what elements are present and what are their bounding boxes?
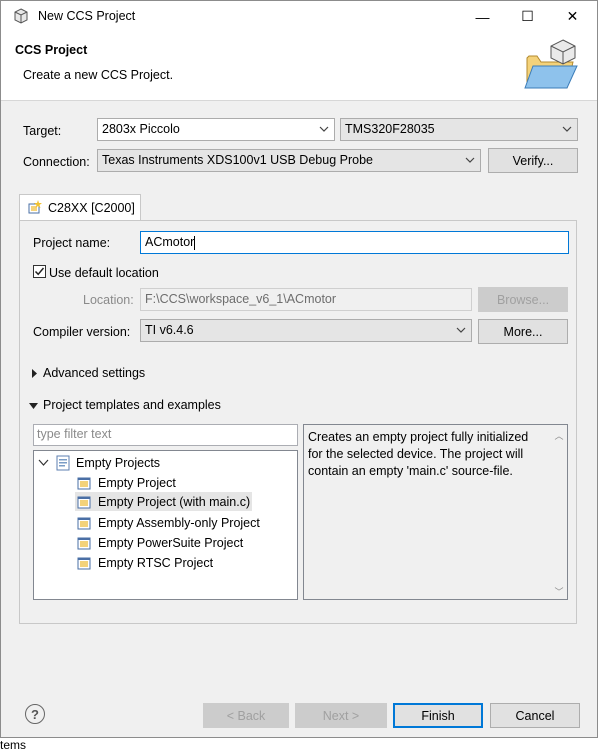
- tab-c28xx[interactable]: C28XX [C2000]: [19, 194, 141, 221]
- template-tree[interactable]: Empty Projects Empty Project Empty Proje…: [33, 450, 298, 600]
- chevron-down-icon: [562, 126, 572, 132]
- project-icon: [77, 496, 91, 508]
- tree-group-empty-projects[interactable]: Empty Projects: [38, 453, 160, 472]
- template-group-icon: [56, 455, 70, 470]
- template-filter-input[interactable]: type filter text: [33, 424, 298, 446]
- project-icon: [77, 477, 91, 489]
- connection-value: Texas Instruments XDS100v1 USB Debug Pro…: [102, 153, 373, 167]
- collapse-arrow-icon: [29, 403, 38, 409]
- target-device-value: TMS320F28035: [345, 122, 435, 136]
- maximize-icon: ☐: [521, 8, 534, 24]
- title-bar[interactable]: New CCS Project — ☐ ✕: [1, 1, 597, 32]
- compiler-version-combo[interactable]: TI v6.4.6: [140, 319, 472, 342]
- tree-item-empty-rtsc-project[interactable]: Empty RTSC Project: [77, 553, 213, 572]
- tree-group-label: Empty Projects: [76, 455, 161, 470]
- scroll-up-icon[interactable]: ︿: [553, 429, 565, 441]
- template-description-text: Creates an empty project fully initializ…: [308, 430, 529, 478]
- more-button[interactable]: More...: [478, 319, 568, 344]
- window-title: New CCS Project: [38, 9, 136, 23]
- compiler-version-value: TI v6.4.6: [145, 323, 194, 337]
- chevron-down-icon: [38, 459, 49, 466]
- cancel-button[interactable]: Cancel: [490, 703, 580, 728]
- location-input[interactable]: F:\CCS\workspace_v6_1\ACmotor: [140, 288, 472, 311]
- target-family-value: 2803x Piccolo: [102, 122, 180, 136]
- target-device-combo[interactable]: TMS320F28035: [340, 118, 578, 141]
- advanced-settings-label: Advanced settings: [43, 366, 146, 380]
- minimize-button[interactable]: —: [460, 1, 505, 32]
- verify-button[interactable]: Verify...: [488, 148, 578, 173]
- use-default-location-checkbox[interactable]: [33, 265, 46, 278]
- tree-item-empty-powersuite-project[interactable]: Empty PowerSuite Project: [77, 533, 243, 552]
- help-icon[interactable]: ?: [25, 704, 45, 724]
- new-project-icon: [28, 200, 42, 214]
- close-button[interactable]: ✕: [550, 1, 595, 32]
- tree-item-empty-project[interactable]: Empty Project: [77, 473, 176, 492]
- description-scrollbar[interactable]: ︿ ﹀: [551, 425, 567, 599]
- location-label: Location:: [83, 293, 134, 307]
- next-button[interactable]: Next >: [295, 703, 387, 728]
- checkmark-icon: [34, 267, 45, 276]
- advanced-settings-toggle[interactable]: Advanced settings: [29, 365, 229, 383]
- project-icon: [77, 517, 91, 529]
- tree-item-label: Empty PowerSuite Project: [98, 535, 244, 550]
- minimize-icon: —: [475, 8, 490, 25]
- folder-wizard-icon: [523, 38, 581, 92]
- back-button[interactable]: < Back: [203, 703, 289, 728]
- chevron-down-icon: [465, 157, 475, 163]
- templates-toggle[interactable]: Project templates and examples: [29, 397, 289, 415]
- compiler-version-label: Compiler version:: [33, 325, 131, 339]
- template-filter-placeholder: type filter text: [37, 427, 112, 441]
- connection-combo[interactable]: Texas Instruments XDS100v1 USB Debug Pro…: [97, 149, 481, 172]
- scroll-down-icon[interactable]: ﹀: [553, 585, 565, 597]
- tree-item-label: Empty Assembly-only Project: [98, 515, 260, 530]
- chevron-down-icon: [456, 327, 466, 333]
- tree-item-empty-assembly-project[interactable]: Empty Assembly-only Project: [77, 513, 260, 532]
- tree-item-label: Empty Project: [98, 475, 176, 490]
- target-label: Target:: [23, 124, 62, 138]
- expand-arrow-icon: [32, 369, 37, 378]
- project-icon: [77, 557, 91, 569]
- finish-button[interactable]: Finish: [393, 703, 483, 728]
- connection-label: Connection:: [23, 155, 90, 169]
- tree-item-empty-project-with-main[interactable]: Empty Project (with main.c): [75, 492, 253, 511]
- tree-item-label: Empty RTSC Project: [98, 555, 214, 570]
- ccs-cube-icon: [13, 8, 29, 24]
- background-status-text: tems: [0, 738, 27, 752]
- use-default-location-label[interactable]: Use default location: [49, 266, 159, 280]
- template-description-pane: Creates an empty project fully initializ…: [303, 424, 568, 600]
- project-icon: [77, 537, 91, 549]
- chevron-down-icon: [319, 126, 329, 132]
- tree-item-label: Empty Project (with main.c): [98, 494, 251, 509]
- new-ccs-project-dialog: New CCS Project — ☐ ✕ CCS Project Create…: [0, 0, 598, 738]
- text-cursor: [194, 235, 196, 250]
- wizard-title: CCS Project: [15, 43, 88, 57]
- wizard-header: CCS Project Create a new CCS Project.: [1, 32, 597, 101]
- templates-label: Project templates and examples: [43, 398, 221, 412]
- wizard-description: Create a new CCS Project.: [23, 68, 174, 82]
- tab-label: C28XX [C2000]: [48, 201, 135, 215]
- target-family-combo[interactable]: 2803x Piccolo: [97, 118, 335, 141]
- project-name-input[interactable]: ACmotor: [140, 231, 569, 254]
- project-name-value: ACmotor: [145, 235, 195, 249]
- project-name-label: Project name:: [33, 236, 111, 250]
- close-icon: ✕: [566, 8, 579, 24]
- browse-button[interactable]: Browse...: [478, 287, 568, 312]
- maximize-button[interactable]: ☐: [505, 1, 550, 32]
- location-value: F:\CCS\workspace_v6_1\ACmotor: [145, 292, 337, 306]
